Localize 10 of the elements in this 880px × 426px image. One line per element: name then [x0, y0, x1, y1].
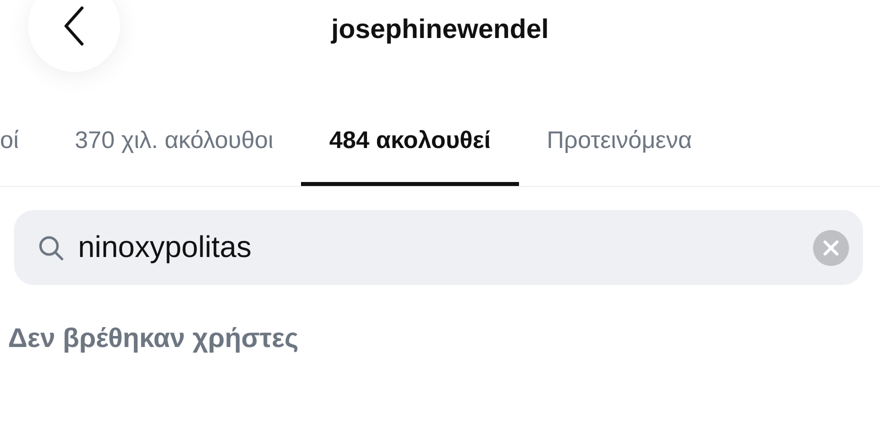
- search-field[interactable]: ninoxypolitas: [14, 210, 863, 285]
- no-results-message: Δεν βρέθηκαν χρήστες: [8, 323, 300, 354]
- search-icon: [38, 234, 64, 260]
- back-icon: [63, 6, 85, 46]
- tab[interactable]: 370 χιλ. ακόλουθοι: [46, 100, 302, 186]
- tab[interactable]: οί: [0, 100, 47, 186]
- profile-username: josephinewendel: [331, 13, 549, 46]
- tab[interactable]: 484 ακολουθεί: [301, 100, 519, 186]
- search-input[interactable]: ninoxypolitas: [78, 228, 799, 268]
- tab[interactable]: Προτεινόμενα: [518, 100, 720, 186]
